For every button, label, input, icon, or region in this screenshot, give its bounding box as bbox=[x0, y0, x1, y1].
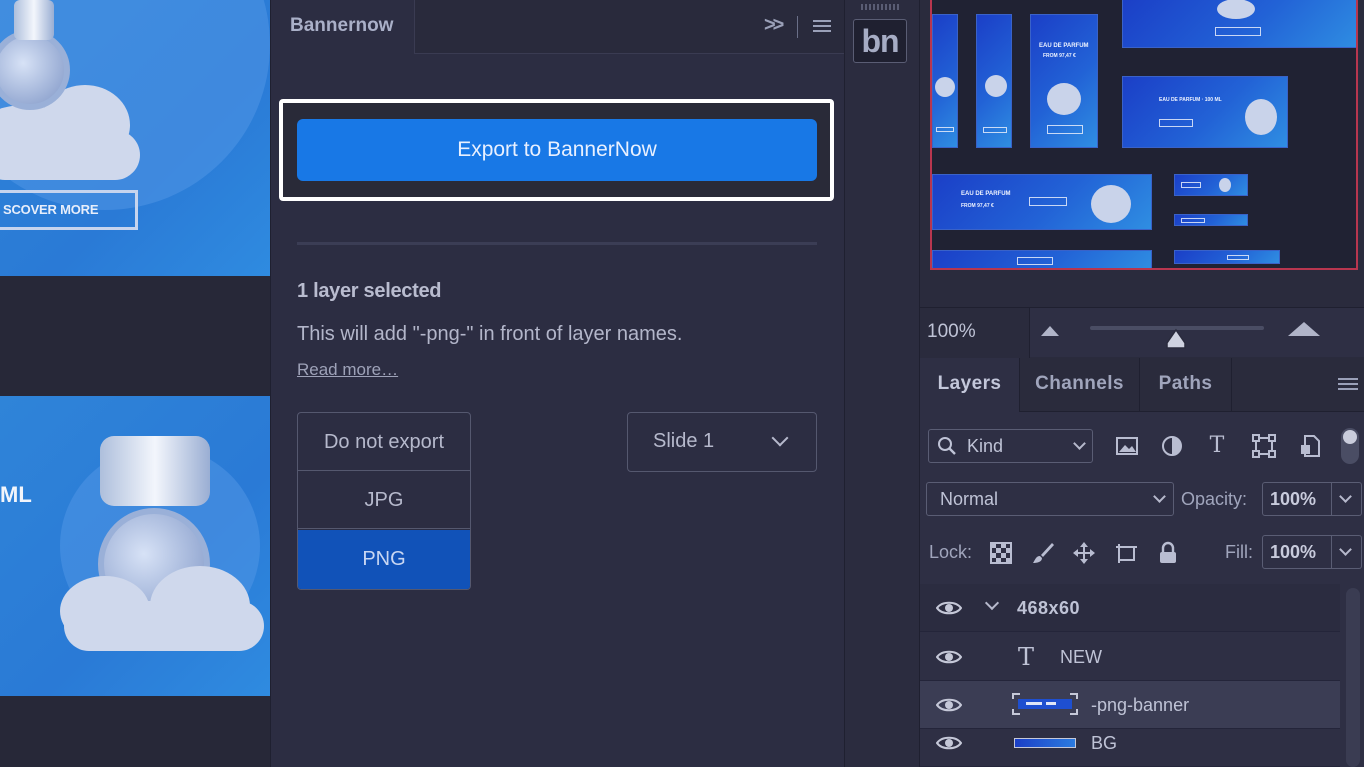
thumbnail-banner bbox=[976, 14, 1012, 148]
tab-channels[interactable]: Channels bbox=[1020, 358, 1140, 412]
layer-filter-value: Kind bbox=[967, 436, 1004, 456]
selection-title: 1 layer selected bbox=[297, 280, 442, 302]
hamburger-menu-icon[interactable] bbox=[813, 20, 831, 32]
export-format-list: Do not export JPG PNG bbox=[297, 412, 471, 590]
lock-transparent-pixels-icon[interactable] bbox=[988, 540, 1014, 566]
layer-row-shape[interactable]: BG bbox=[920, 719, 1340, 767]
thumbnail-subtitle: EAU DE PARFUM · 100 ML bbox=[1159, 97, 1222, 103]
chevron-down-icon[interactable] bbox=[984, 595, 1000, 611]
tab-bannernow[interactable]: Bannernow bbox=[271, 0, 415, 54]
banner-preview-top: SCOVER MORE bbox=[0, 0, 270, 276]
zoom-out-icon[interactable] bbox=[1041, 326, 1059, 336]
chevron-down-icon bbox=[771, 429, 789, 447]
double-chevron-right-icon[interactable]: >> bbox=[764, 14, 784, 37]
banner-preview-bottom: ML bbox=[0, 396, 270, 696]
zoom-value-field[interactable]: 100% bbox=[920, 308, 1030, 358]
layer-row-group[interactable]: 468x60 bbox=[920, 584, 1340, 632]
layer-filter-select[interactable]: Kind bbox=[928, 429, 1093, 463]
layer-thumbnail bbox=[1012, 693, 1078, 715]
thumbnail-banner bbox=[1174, 250, 1280, 264]
tab-paths[interactable]: Paths bbox=[1140, 358, 1232, 412]
slide-select[interactable]: Slide 1 bbox=[627, 412, 817, 472]
layer-name: BG bbox=[1091, 733, 1118, 753]
type-layer-filter-icon[interactable]: T bbox=[1203, 432, 1231, 460]
chevron-down-icon bbox=[1073, 437, 1086, 450]
drag-grip[interactable] bbox=[861, 4, 899, 10]
format-option-jpg[interactable]: JPG bbox=[298, 471, 470, 529]
layer-thumbnail bbox=[1014, 738, 1076, 748]
chevron-down-icon bbox=[1153, 490, 1166, 503]
navigator-panel: EAU DE PARFUM FROM 97,47 € EAU DE PARFUM… bbox=[920, 0, 1364, 306]
thumbnail-price: FROM 97,47 € bbox=[961, 203, 994, 209]
export-highlight-frame: Export to BannerNow bbox=[279, 99, 834, 201]
thumbnail-banner bbox=[932, 14, 958, 148]
section-divider bbox=[297, 242, 817, 245]
opacity-dropdown[interactable] bbox=[1332, 482, 1362, 516]
panel-tabbar: Bannernow >> bbox=[271, 0, 845, 54]
panel-menu-icon[interactable] bbox=[1338, 378, 1358, 390]
chevron-down-icon bbox=[1339, 490, 1352, 503]
thumbnail-banner: EAU DE PARFUM FROM 97,47 € bbox=[1030, 14, 1098, 148]
plugin-toolbar-strip: bn bbox=[844, 0, 920, 767]
layer-name: NEW bbox=[1060, 647, 1102, 667]
zoom-in-icon[interactable] bbox=[1288, 322, 1320, 336]
layer-row-text[interactable]: T NEW bbox=[920, 633, 1340, 681]
thumbnail-banner bbox=[1122, 0, 1356, 48]
tab-layers[interactable]: Layers bbox=[920, 358, 1020, 412]
lock-image-pixels-brush-icon[interactable] bbox=[1030, 540, 1056, 566]
opacity-label: Opacity: bbox=[1181, 489, 1248, 509]
document-canvas[interactable]: SCOVER MORE ML bbox=[0, 0, 270, 767]
format-option-png[interactable]: PNG bbox=[298, 530, 470, 589]
thumbnail-title: EAU DE PARFUM bbox=[1039, 43, 1089, 49]
lock-position-move-icon[interactable] bbox=[1071, 540, 1097, 566]
format-option-do-not-export[interactable]: Do not export bbox=[298, 413, 470, 471]
pixel-layer-filter-icon[interactable] bbox=[1113, 432, 1141, 460]
thumbnail-banner bbox=[932, 250, 1152, 268]
thumbnail-banner bbox=[1174, 214, 1248, 226]
layers-scrollbar[interactable] bbox=[1346, 588, 1360, 767]
eye-icon[interactable] bbox=[936, 649, 962, 665]
discover-more-button: SCOVER MORE bbox=[0, 190, 138, 230]
thumbnail-banner: EAU DE PARFUM FROM 97,47 € bbox=[932, 174, 1152, 230]
layers-tabbar: Layers Channels Paths bbox=[920, 358, 1364, 412]
lock-label: Lock: bbox=[929, 542, 973, 562]
search-icon bbox=[938, 437, 956, 455]
eye-icon[interactable] bbox=[936, 600, 962, 616]
lock-all-icon[interactable] bbox=[1155, 540, 1181, 566]
adjustment-layer-filter-icon[interactable] bbox=[1158, 432, 1186, 460]
export-to-bannernow-button[interactable]: Export to BannerNow bbox=[297, 119, 817, 181]
bannernow-plugin-panel: Bannernow >> Export to BannerNow 1 layer… bbox=[270, 0, 845, 767]
eye-icon[interactable] bbox=[936, 735, 962, 751]
tab-divider bbox=[797, 16, 798, 38]
thumbnail-price: FROM 97,47 € bbox=[1043, 53, 1076, 59]
chevron-down-icon bbox=[1339, 543, 1352, 556]
fill-label: Fill: bbox=[1225, 542, 1253, 562]
navigator-zoom-bar: 100% bbox=[920, 307, 1364, 358]
eye-icon[interactable] bbox=[936, 697, 962, 713]
thumbnail-banner bbox=[1174, 174, 1248, 196]
zoom-slider-thumb[interactable] bbox=[1165, 328, 1187, 350]
layer-name: 468x60 bbox=[1017, 598, 1081, 618]
blend-mode-select[interactable]: Normal bbox=[926, 482, 1174, 516]
filter-toggle[interactable] bbox=[1341, 428, 1359, 464]
read-more-link[interactable]: Read more… bbox=[297, 360, 398, 380]
bannernow-logo-button[interactable]: bn bbox=[853, 19, 907, 63]
selection-description: This will add "-png-" in front of layer … bbox=[297, 323, 683, 345]
opacity-input[interactable]: 100% bbox=[1262, 482, 1332, 516]
smart-object-filter-icon[interactable] bbox=[1296, 432, 1324, 460]
banner-side-text: ML bbox=[0, 482, 32, 507]
thumbnail-banner: EAU DE PARFUM · 100 ML bbox=[1122, 76, 1288, 148]
blend-mode-value: Normal bbox=[940, 489, 999, 509]
fill-input[interactable]: 100% bbox=[1262, 535, 1332, 569]
layers-panel: Layers Channels Paths Kind T Normal Opac… bbox=[920, 358, 1364, 767]
type-layer-icon: T bbox=[1018, 643, 1035, 671]
shape-layer-filter-icon[interactable] bbox=[1250, 432, 1278, 460]
navigator-preview[interactable]: EAU DE PARFUM FROM 97,47 € EAU DE PARFUM… bbox=[930, 0, 1358, 270]
lock-artboard-icon[interactable] bbox=[1113, 540, 1139, 566]
thumbnail-title: EAU DE PARFUM bbox=[961, 191, 1011, 197]
fill-dropdown[interactable] bbox=[1332, 535, 1362, 569]
slide-select-value: Slide 1 bbox=[653, 430, 715, 452]
